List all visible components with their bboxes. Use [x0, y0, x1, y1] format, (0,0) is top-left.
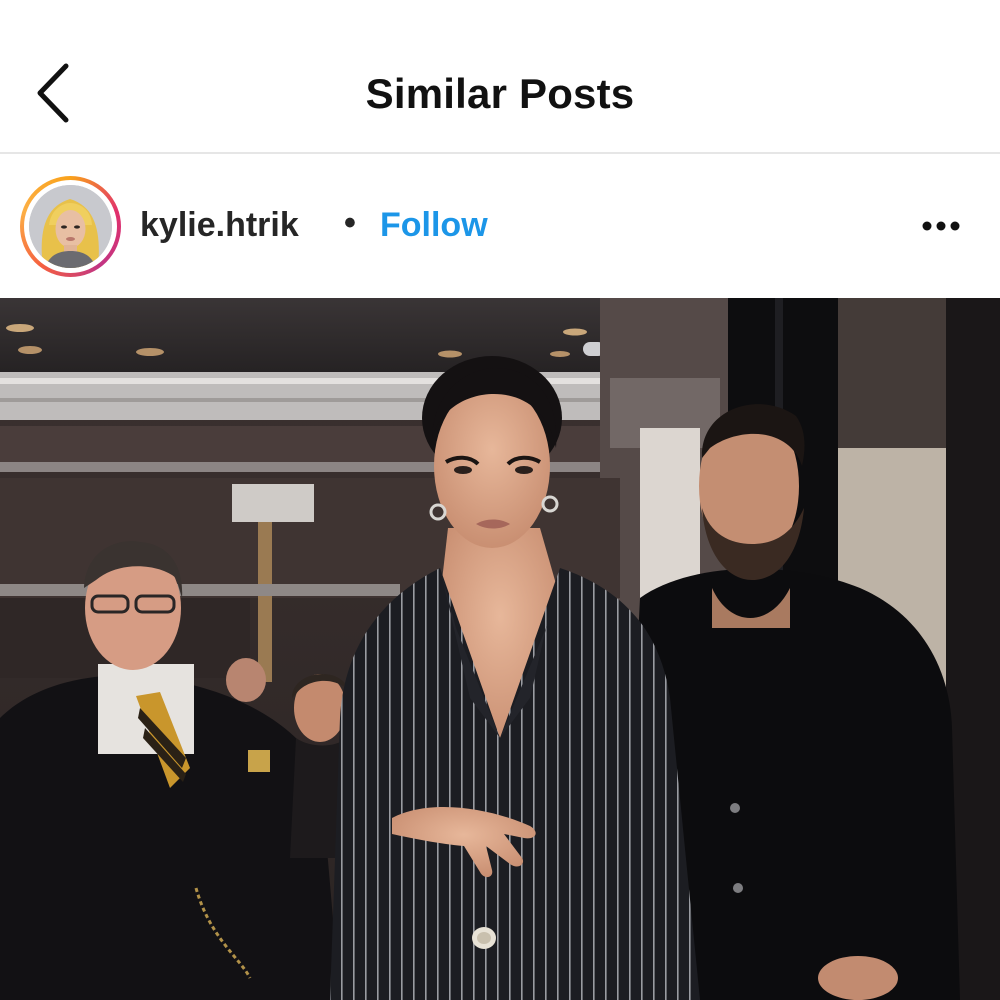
avatar [29, 185, 112, 268]
follow-button[interactable]: Follow [380, 206, 488, 245]
post-header: kylie.htrik • Follow [0, 156, 1000, 298]
story-ring[interactable] [20, 176, 121, 277]
post-image[interactable] [0, 298, 1000, 1000]
nav-bar: Similar Posts [0, 0, 1000, 154]
more-options-button[interactable] [912, 206, 972, 246]
dot-separator: • [344, 204, 356, 242]
similar-posts-screen: Similar Posts kylie.htrik • Follow [0, 0, 1000, 1000]
avatar-gap [24, 180, 117, 273]
post-photo [0, 298, 1000, 1000]
avatar-image [29, 185, 112, 268]
more-horizontal-icon [922, 221, 960, 231]
page-title: Similar Posts [365, 70, 635, 117]
username[interactable]: kylie.htrik [140, 206, 299, 245]
